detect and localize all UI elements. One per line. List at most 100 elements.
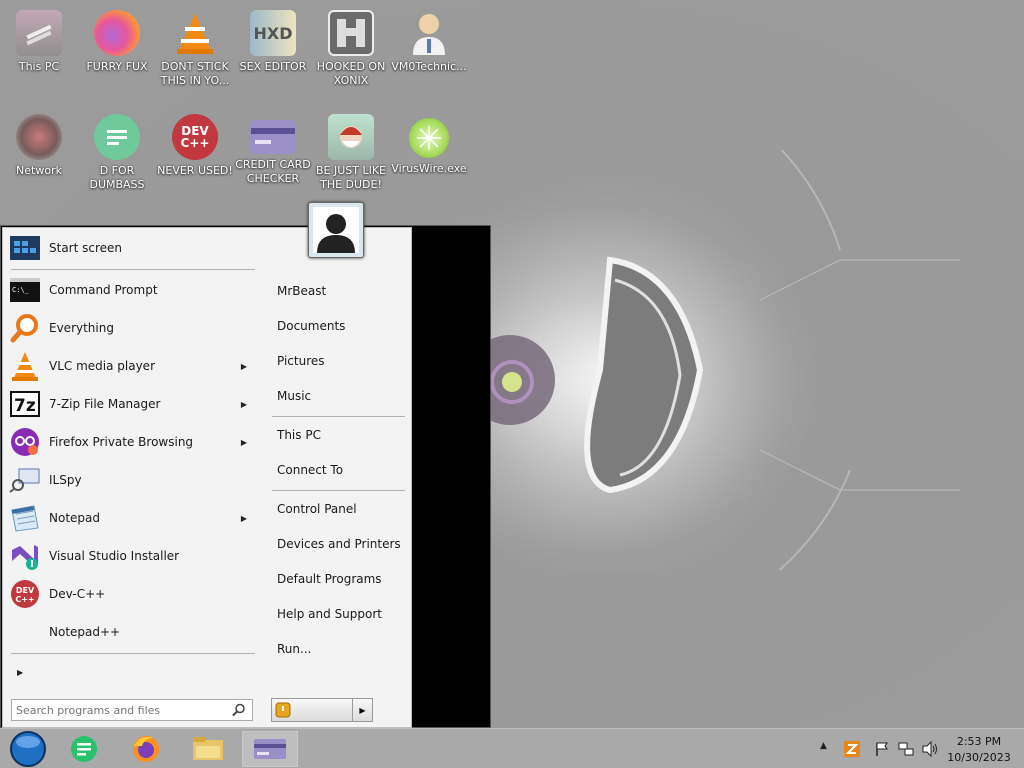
program-vs-installer[interactable]: Visual Studio Installer: [9, 538, 253, 574]
program-firefox-private[interactable]: Firefox Private Browsing ▶: [9, 424, 253, 460]
taskbar: ▲ 2:53 PM 10/30/2023: [0, 728, 1024, 768]
clock[interactable]: 2:53 PM 10/30/2023: [940, 734, 1018, 766]
desktop-icon-label: BE JUST LIKE THE DUDE!: [315, 164, 387, 191]
right-item-pictures[interactable]: Pictures: [277, 348, 405, 374]
program-7zip[interactable]: 7z 7-Zip File Manager ▶: [9, 386, 253, 422]
firefox-private-icon: [9, 426, 41, 458]
start-button[interactable]: [0, 731, 56, 767]
program-label: Firefox Private Browsing: [49, 435, 194, 449]
taskbar-app-credit-card[interactable]: [242, 731, 298, 767]
right-item-control-panel[interactable]: Control Panel: [277, 496, 405, 522]
search-input[interactable]: [16, 701, 232, 719]
right-item-label: Help and Support: [277, 607, 382, 621]
all-programs-arrow-icon[interactable]: ▶: [17, 668, 23, 677]
program-command-prompt[interactable]: C:\_ Command Prompt: [9, 272, 253, 308]
volume-icon[interactable]: [922, 741, 938, 757]
right-item-label: Connect To: [277, 463, 344, 477]
program-notepad[interactable]: Notepad ▶: [9, 500, 253, 536]
desktop-icon-furry-fux[interactable]: FURRY FUX: [78, 4, 156, 100]
hex-editor-icon: HXD: [250, 10, 296, 56]
submenu-arrow-icon[interactable]: ▶: [241, 438, 247, 447]
right-item-connect-to[interactable]: Connect To: [277, 457, 405, 483]
show-hidden-icon[interactable]: ▲: [820, 741, 827, 751]
desktop-icon-network[interactable]: Network: [0, 108, 78, 204]
file-explorer-icon: [193, 737, 223, 760]
right-item-mrbeast[interactable]: MrBeast: [277, 278, 405, 304]
start-menu-panel: Start screen C:\_ Command Prompt Everyth…: [2, 227, 412, 728]
desktop-icon-never-used[interactable]: DEV C++ NEVER USED!: [156, 108, 234, 204]
flag-icon[interactable]: [874, 741, 890, 757]
desktop-icon-label: D FOR DUMBASS: [89, 164, 145, 191]
vlc-icon: [172, 10, 218, 56]
submenu-arrow-icon[interactable]: ▶: [241, 514, 247, 523]
app-tray-icon[interactable]: [844, 741, 860, 757]
program-ilspy[interactable]: ILSpy: [9, 462, 253, 498]
right-item-help-support[interactable]: Help and Support: [277, 601, 405, 627]
desktop-icon-label: This PC: [18, 60, 60, 73]
desktop-icon-label: DONT STICK THIS IN YO...: [160, 60, 230, 87]
desktop-icon-credit-card-checker[interactable]: CREDIT CARD CHECKER: [234, 108, 312, 204]
desktop-icon-dont-stick[interactable]: DONT STICK THIS IN YO...: [156, 4, 234, 100]
credit-card-icon: [254, 739, 286, 759]
right-item-default-programs[interactable]: Default Programs: [277, 566, 405, 592]
desktop-icon-label: CREDIT CARD CHECKER: [235, 158, 311, 185]
right-item-label: This PC: [277, 428, 321, 442]
cmd-icon: C:\_: [9, 274, 41, 306]
right-item-label: Default Programs: [277, 572, 382, 586]
submenu-arrow-icon[interactable]: ▶: [241, 362, 247, 371]
blank-icon: [9, 616, 41, 648]
right-item-documents[interactable]: Documents: [277, 313, 405, 339]
start-orb-icon: [10, 731, 46, 767]
right-item-label: Pictures: [277, 354, 325, 368]
taskbar-app-firefox[interactable]: [118, 731, 174, 767]
desktop-icon-this-pc[interactable]: This PC: [0, 4, 78, 100]
desktop-icon-d-for-dumbass[interactable]: D FOR DUMBASS: [78, 108, 156, 204]
desktop-icon-label: VM0Technic...: [391, 60, 467, 73]
program-label: Notepad: [49, 511, 100, 525]
desktop-icon-hooked-on-xonix[interactable]: HOOKED ON XONIX: [312, 4, 390, 100]
7zip-icon: 7z: [9, 388, 41, 420]
user-avatar[interactable]: [308, 202, 364, 258]
clock-date: 10/30/2023: [947, 751, 1011, 764]
desktop-icon-label: SEX EDITOR: [239, 60, 307, 73]
lime-icon: [409, 118, 449, 158]
program-label: VLC media player: [49, 359, 156, 373]
submenu-arrow-icon[interactable]: ▶: [241, 400, 247, 409]
right-item-label: Music: [277, 389, 312, 403]
magnifier-icon: [9, 312, 41, 344]
taskbar-app-file-explorer[interactable]: [180, 731, 236, 767]
firefox-icon: [133, 736, 159, 762]
credit-card-icon: [250, 120, 296, 154]
right-item-run[interactable]: Run...: [277, 636, 405, 662]
this-pc-icon: [16, 10, 62, 56]
program-notepadpp[interactable]: Notepad++: [9, 614, 253, 650]
right-item-label: MrBeast: [277, 284, 327, 298]
start-screen-item[interactable]: Start screen: [9, 230, 253, 266]
search-icon[interactable]: [232, 703, 246, 717]
program-vlc[interactable]: VLC media player ▶: [9, 348, 253, 384]
svg-text:C:\_: C:\_: [12, 286, 30, 294]
desktop-icon-sex-editor[interactable]: HXD SEX EDITOR: [234, 4, 312, 100]
program-label: ILSpy: [49, 473, 82, 487]
wallpaper-art: [460, 150, 960, 570]
network-icon[interactable]: [898, 741, 914, 757]
right-item-this-pc[interactable]: This PC: [277, 422, 405, 448]
separator: [272, 416, 405, 417]
taskbar-app-chat[interactable]: [56, 731, 112, 767]
right-item-label: Run...: [277, 642, 312, 656]
start-menu: Start screen C:\_ Command Prompt Everyth…: [0, 225, 491, 728]
program-everything[interactable]: Everything: [9, 310, 253, 346]
separator: [11, 269, 255, 270]
clock-time: 2:53 PM: [956, 735, 1002, 748]
right-item-music[interactable]: Music: [277, 383, 405, 409]
program-devcpp[interactable]: DEV C++ Dev-C++: [9, 576, 253, 612]
shutdown-options-button[interactable]: ▶: [352, 698, 373, 722]
notepad-icon: [9, 502, 41, 534]
desktop-icon-vm0technic[interactable]: VM0Technic...: [390, 4, 468, 100]
right-item-devices-printers[interactable]: Devices and Printers: [277, 531, 405, 557]
search-box[interactable]: [11, 699, 253, 721]
desktop-icon-viruswire[interactable]: VirusWire.exe: [390, 108, 468, 204]
program-label: Notepad++: [49, 625, 121, 639]
devcpp-icon: DEV C++: [9, 578, 41, 610]
desktop-icon-be-just-like-the-dude[interactable]: BE JUST LIKE THE DUDE!: [312, 108, 390, 204]
